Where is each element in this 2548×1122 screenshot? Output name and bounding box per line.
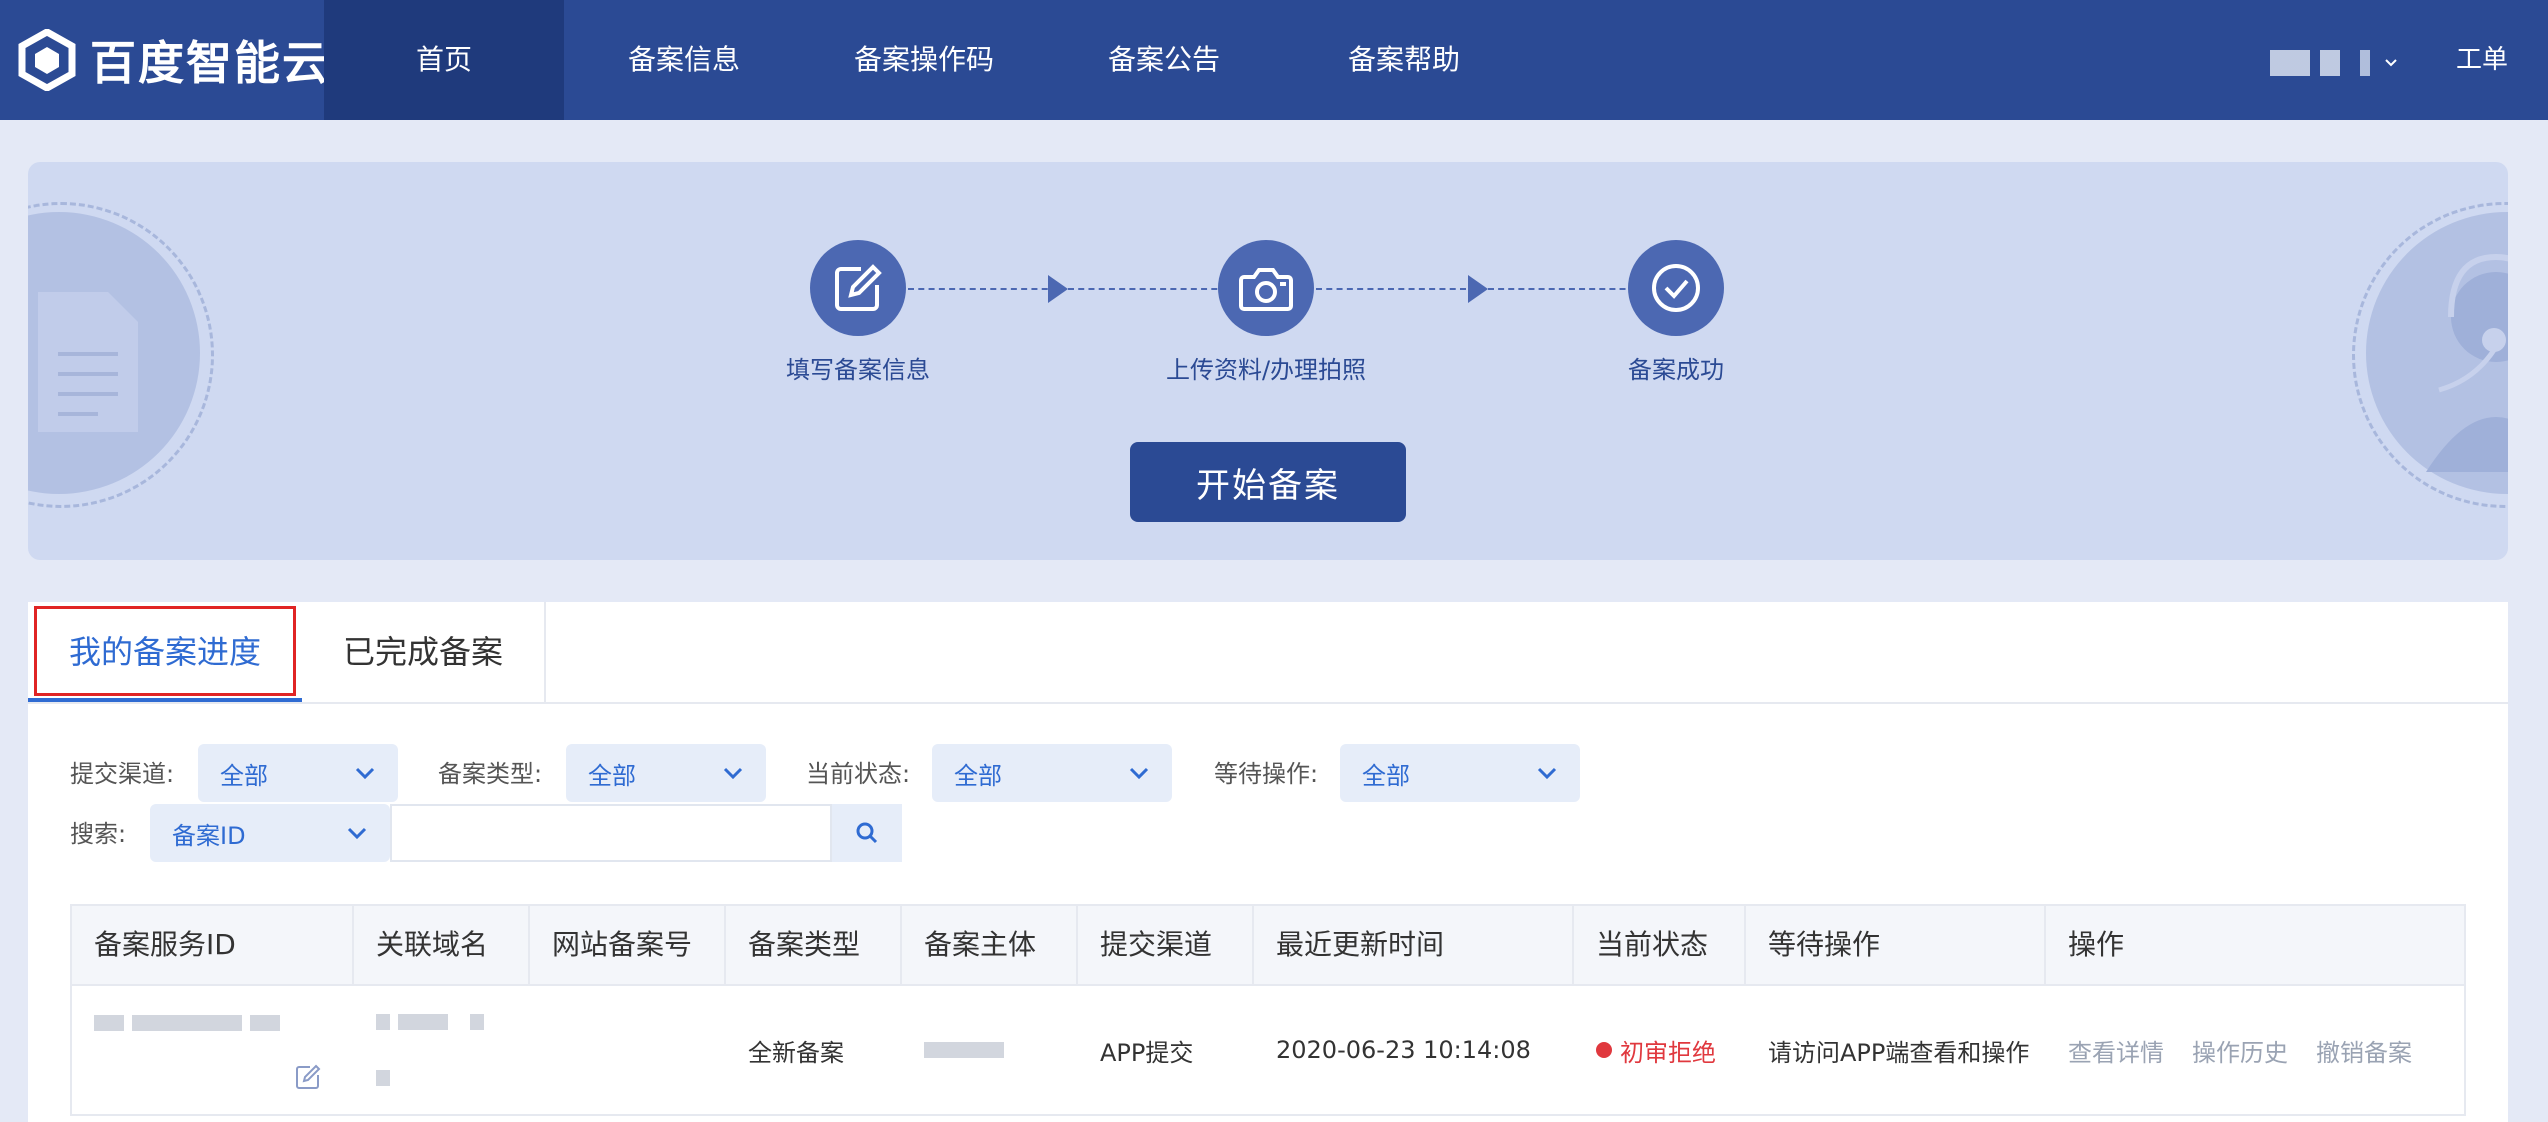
top-navigation: 百度智能云 首页 备案信息 备案操作码 备案公告 备案帮助 工单 (0, 0, 2548, 120)
column-header: 网站备案号 (530, 906, 726, 984)
service-id-blurred (94, 1009, 288, 1037)
column-header: 最近更新时间 (1254, 906, 1574, 984)
cell-subject (902, 986, 1078, 1114)
cell-type: 全新备案 (748, 1038, 844, 1067)
column-header: 当前状态 (1574, 906, 1746, 984)
domain-blurred (376, 1064, 398, 1092)
status-dot (1596, 1042, 1612, 1058)
search-button[interactable] (832, 804, 902, 862)
status-text: 初审拒绝 (1620, 1038, 1716, 1067)
column-header: 等待操作 (1746, 906, 2046, 984)
chevron-down-icon (347, 827, 367, 840)
chevron-down-icon (1537, 767, 1557, 780)
subject-blurred (924, 1042, 1004, 1058)
nav-item-help[interactable]: 备案帮助 (1284, 0, 1524, 120)
record-progress-panel: 我的备案进度 已完成备案 提交渠道: 全部 备案类型: 全部 当前状态: 全部 … (28, 602, 2508, 1122)
tab-divider (544, 602, 546, 702)
baidu-cloud-logo-icon (18, 29, 76, 91)
nav-item-operation-code[interactable]: 备案操作码 (804, 0, 1044, 120)
filter-label-type: 备案类型: (438, 760, 543, 788)
edit-icon (810, 240, 906, 336)
filter-label-waiting: 等待操作: (1214, 760, 1319, 788)
edit-icon[interactable] (294, 1063, 322, 1091)
cell-channel: APP提交 (1100, 1038, 1194, 1067)
column-header: 关联域名 (354, 906, 530, 984)
search-icon (856, 822, 878, 844)
cell-domain (354, 986, 530, 1114)
table-header: 备案服务ID 关联域名 网站备案号 备案类型 备案主体 提交渠道 最近更新时间 … (70, 904, 2466, 986)
tab-bar: 我的备案进度 已完成备案 (28, 602, 2508, 704)
search-field-select[interactable]: 备案ID (150, 804, 390, 862)
type-select-value: 全部 (588, 761, 636, 790)
logo[interactable]: 百度智能云 (18, 28, 330, 92)
column-header: 备案主体 (902, 906, 1078, 984)
chevron-down-icon (723, 767, 743, 780)
status-select[interactable]: 全部 (932, 744, 1172, 802)
column-header: 提交渠道 (1078, 906, 1254, 984)
cell-updated-time: 2020-06-23 10:14:08 (1276, 1036, 1531, 1064)
table-row: 全新备案 APP提交 2020-06-23 10:14:08 初审拒绝 请访问A… (70, 986, 2466, 1116)
step-label: 填写备案信息 (786, 356, 930, 384)
logo-text: 百度智能云 (90, 36, 330, 90)
user-name-blurred (2270, 50, 2370, 76)
waiting-select-value: 全部 (1362, 761, 1410, 790)
step-arrow-icon (1048, 275, 1068, 303)
record-banner: 填写备案信息 上传资料/办理拍照 备案成功 开始备案 (28, 162, 2508, 560)
cell-service-id (72, 986, 354, 1114)
status-select-value: 全部 (954, 761, 1002, 790)
step-fill-info: 填写备案信息 (738, 240, 978, 385)
step-label: 上传资料/办理拍照 (1165, 356, 1367, 384)
search-field-value: 备案ID (172, 821, 246, 850)
column-header: 备案类型 (726, 906, 902, 984)
tab-highlight-box (34, 606, 296, 696)
column-header: 操作 (2068, 928, 2125, 961)
support-agent-illustration-icon (2366, 212, 2508, 494)
cell-icp-number (530, 986, 726, 1114)
start-record-button[interactable]: 开始备案 (1130, 442, 1406, 522)
nav-item-home[interactable]: 首页 (324, 0, 564, 120)
user-menu[interactable] (2270, 48, 2398, 78)
step-upload: 上传资料/办理拍照 (1146, 240, 1386, 385)
filter-label-search: 搜索: (70, 820, 127, 848)
document-illustration-icon (28, 212, 200, 494)
channel-select-value: 全部 (220, 761, 268, 790)
tab-completed[interactable]: 已完成备案 (302, 602, 544, 702)
channel-select[interactable]: 全部 (198, 744, 398, 802)
camera-icon (1218, 240, 1314, 336)
step-arrow-icon (1468, 275, 1488, 303)
cancel-record-link[interactable]: 撤销备案 (2316, 1033, 2412, 1068)
view-details-link[interactable]: 查看详情 (2068, 1033, 2164, 1068)
filter-label-status: 当前状态: (806, 760, 911, 788)
check-icon (1628, 240, 1724, 336)
column-header: 备案服务ID (72, 906, 354, 984)
cell-operations: 查看详情 操作历史 撤销备案 (2046, 986, 2466, 1114)
step-success: 备案成功 (1556, 240, 1796, 385)
search-input[interactable] (390, 804, 832, 862)
chevron-down-icon (2385, 59, 2397, 67)
nav-item-announcement[interactable]: 备案公告 (1044, 0, 1284, 120)
filter-label-channel: 提交渠道: (70, 760, 175, 788)
chevron-down-icon (1129, 767, 1149, 780)
step-label: 备案成功 (1628, 356, 1724, 384)
waiting-select[interactable]: 全部 (1340, 744, 1580, 802)
cell-status: 初审拒绝 (1574, 986, 1746, 1114)
operation-history-link[interactable]: 操作历史 (2192, 1033, 2288, 1068)
nav-item-record-info[interactable]: 备案信息 (564, 0, 804, 120)
cell-waiting: 请访问APP端查看和操作 (1768, 1038, 2030, 1067)
domain-blurred (376, 1008, 492, 1036)
ticket-link[interactable]: 工单 (2456, 0, 2508, 120)
chevron-down-icon (355, 767, 375, 780)
type-select[interactable]: 全部 (566, 744, 766, 802)
